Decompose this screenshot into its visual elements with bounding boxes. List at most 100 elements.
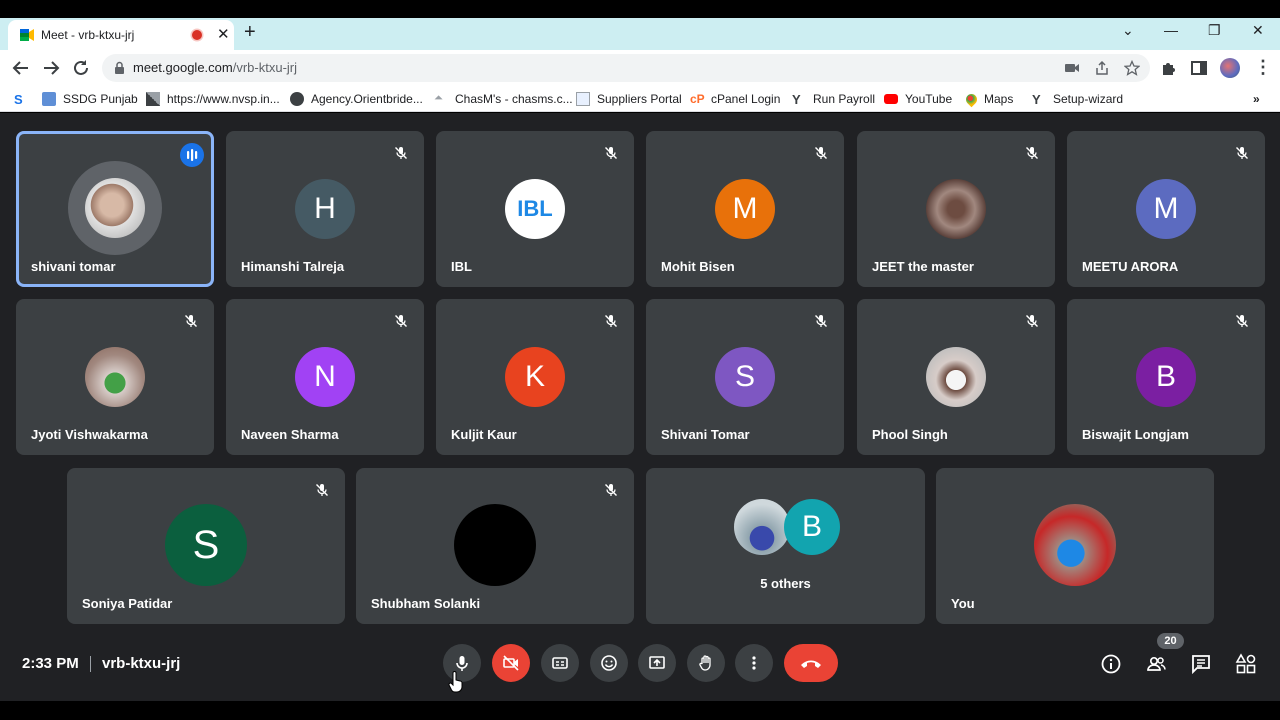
participant-tile[interactable]: H Himanshi Talreja [226, 131, 424, 287]
document-icon [576, 92, 590, 106]
participant-name: JEET the master [872, 259, 974, 274]
more-options-button[interactable] [735, 644, 773, 682]
participant-tile[interactable]: IBL IBL [436, 131, 634, 287]
bookmark-setup-wizard[interactable]: Y Setup-wizard [1032, 90, 1123, 108]
bookmark-ssdg-punjab[interactable]: SSDG Punjab [42, 90, 138, 108]
share-icon[interactable] [1094, 60, 1110, 76]
raise-hand-icon [699, 655, 711, 671]
restore-button[interactable]: ❐ [1208, 22, 1221, 39]
self-tile[interactable]: You [936, 468, 1214, 624]
bookmark-label: cPanel Login [711, 92, 781, 106]
participant-tile[interactable]: Jyoti Vishwakarma [16, 299, 214, 455]
participant-avatar: H [295, 179, 355, 239]
meeting-code: vrb-ktxu-jrj [102, 655, 181, 672]
bookmark-site-icon: ⏶ [434, 92, 443, 104]
others-tile[interactable]: B 5 others [646, 468, 925, 624]
address-bar[interactable]: meet.google.com/vrb-ktxu-jrj [102, 54, 1150, 82]
back-arrow-icon[interactable] [10, 57, 32, 79]
participant-tile[interactable]: S Shivani Tomar [646, 299, 844, 455]
participant-tile[interactable]: Phool Singh [857, 299, 1055, 455]
participant-name: Soniya Patidar [82, 596, 173, 611]
bookmark-run-payroll[interactable]: Y Run Payroll [792, 90, 875, 108]
camera-icon[interactable] [1064, 60, 1080, 76]
present-screen-button[interactable] [638, 644, 676, 682]
tab-search-chevron-icon[interactable]: ⌄ [1122, 22, 1134, 39]
participant-tile[interactable]: B Biswajit Longjam [1067, 299, 1265, 455]
participant-name: Phool Singh [872, 427, 948, 442]
bookmark-star-icon[interactable] [1124, 60, 1140, 76]
hang-up-icon [801, 660, 821, 668]
people-icon[interactable] [1145, 653, 1167, 675]
browser-menu-icon[interactable]: ⋮ [1254, 57, 1272, 78]
bookmark-nvsp[interactable]: https://www.nvsp.in... [146, 90, 280, 108]
bookmark-ssdg-logo[interactable]: S [14, 90, 35, 108]
other-participant-photo [734, 499, 790, 555]
avatar-initial: M [732, 192, 758, 225]
reactions-button[interactable] [590, 644, 628, 682]
participant-tile[interactable]: Shubham Solanki [356, 468, 634, 624]
tab-title: Meet - vrb-ktxu-jrj [41, 28, 135, 42]
profile-avatar[interactable] [1220, 58, 1240, 78]
bookmark-youtube[interactable]: YouTube [884, 90, 952, 108]
mic-off-icon [1026, 315, 1038, 327]
mic-off-icon [316, 484, 328, 496]
raise-hand-button[interactable] [687, 644, 725, 682]
participant-avatar: S [715, 347, 775, 407]
avatar-initial: S [734, 360, 755, 393]
chat-icon[interactable] [1190, 653, 1212, 675]
browser-tab-meet[interactable]: Meet - vrb-ktxu-jrj ✕ [8, 20, 234, 50]
participant-tile[interactable]: K Kuljit Kaur [436, 299, 634, 455]
participant-tile[interactable]: N Naveen Sharma [226, 299, 424, 455]
bookmark-suppliers-portal[interactable]: Suppliers Portal [576, 90, 682, 108]
extensions-puzzle-icon[interactable] [1160, 59, 1178, 77]
side-panel-icon[interactable] [1190, 59, 1208, 77]
bookmark-cpanel-login[interactable]: cP cPanel Login [690, 90, 780, 108]
participant-name: IBL [451, 259, 472, 274]
mic-off-icon [1026, 147, 1038, 159]
leave-call-button[interactable] [784, 644, 838, 682]
participant-photo [68, 161, 162, 255]
participant-name: Kuljit Kaur [451, 427, 517, 442]
forward-arrow-icon[interactable] [40, 57, 62, 79]
mic-off-icon [185, 315, 197, 327]
reload-icon[interactable] [70, 57, 92, 79]
mic-off-icon [605, 315, 617, 327]
bookmark-label: SSDG Punjab [63, 92, 138, 106]
speaking-indicator-icon [180, 143, 204, 167]
bookmarks-bar: S SSDG Punjab https://www.nvsp.in... Age… [0, 86, 1280, 112]
avatar-initial: B [1155, 360, 1176, 393]
captions-button[interactable] [541, 644, 579, 682]
browser-toolbar: meet.google.com/vrb-ktxu-jrj ⋮ [0, 50, 1280, 86]
camera-off-button[interactable] [492, 644, 530, 682]
minimize-button[interactable]: — [1164, 22, 1178, 38]
captions-icon [552, 657, 568, 669]
bookmark-chasms[interactable]: ⏶ ChasM's - chasms.c... [434, 90, 573, 108]
microphone-icon [456, 656, 468, 671]
participant-avatar: K [505, 347, 565, 407]
participant-tile[interactable]: S Soniya Patidar [67, 468, 345, 624]
mic-off-icon [395, 315, 407, 327]
mic-off-icon [815, 315, 827, 327]
bookmark-label: Agency.Orientbride... [311, 92, 423, 106]
bookmark-label: Maps [984, 92, 1014, 106]
participant-avatar: N [295, 347, 355, 407]
new-tab-button[interactable]: + [244, 21, 256, 44]
participant-name: Mohit Bisen [661, 259, 735, 274]
bookmark-agency-orientbride[interactable]: Agency.Orientbride... [290, 90, 423, 108]
activities-icon[interactable] [1235, 653, 1257, 675]
participant-tile[interactable]: M Mohit Bisen [646, 131, 844, 287]
bookmark-label: YouTube [905, 92, 953, 106]
mic-off-icon [1236, 315, 1248, 327]
participant-tile[interactable]: shivani tomar [16, 131, 214, 287]
bookmark-label: Run Payroll [813, 92, 876, 106]
bookmark-maps[interactable]: Maps [963, 90, 1014, 108]
logo-text: IBL [517, 196, 553, 221]
close-window-button[interactable]: ✕ [1252, 22, 1264, 39]
meeting-details-icon[interactable] [1100, 653, 1122, 675]
participant-tile[interactable]: M MEETU ARORA [1067, 131, 1265, 287]
participant-tile[interactable]: JEET the master [857, 131, 1055, 287]
tab-close-icon[interactable]: ✕ [217, 25, 230, 43]
bookmark-label: ChasM's - chasms.c... [455, 92, 573, 106]
maps-pin-icon [963, 91, 980, 107]
more-bookmarks-chevron-icon[interactable]: » [1253, 90, 1260, 108]
